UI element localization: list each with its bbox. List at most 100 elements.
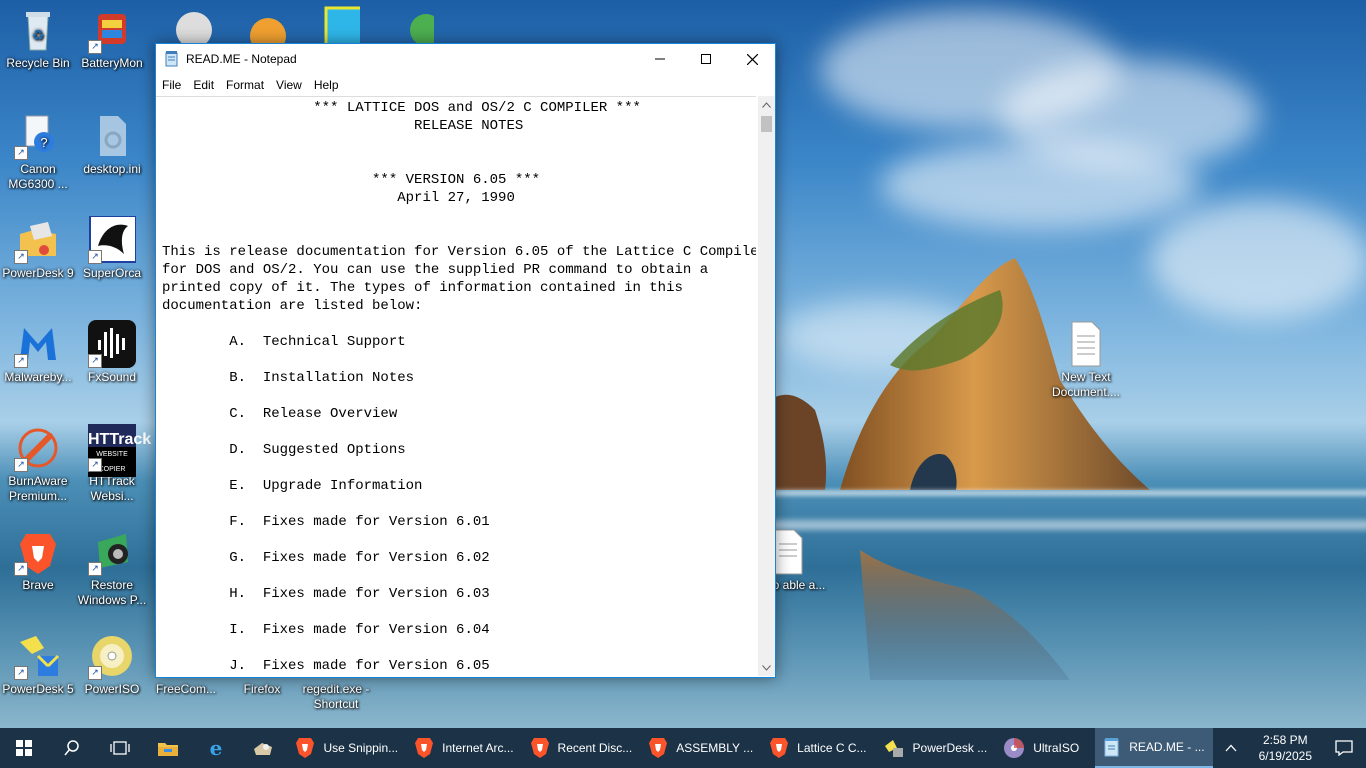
action-center-button[interactable] [1322,728,1366,768]
taskbar-app-ultraiso[interactable]: UltraISO [995,728,1087,768]
settings-file-icon [88,112,136,160]
httrack-icon: HTTrack WEBSITE COPIER ↗ [88,424,151,477]
menu-bar: File Edit Format View Help [156,74,775,96]
taskbar-internet-explorer[interactable]: e [192,728,240,768]
menu-format[interactable]: Format [220,78,270,92]
taskbar-app-powerdesk[interactable]: PowerDesk ... [875,728,996,768]
taskbar-app-internet-archive[interactable]: Internet Arc... [406,728,521,768]
sea-arch-rock [770,258,1150,680]
desktop-icon-desktop-ini[interactable]: desktop.ini [74,112,150,177]
restore-icon: ↗ [88,528,136,576]
taskbar-pinned-app[interactable] [240,728,288,768]
shortcut-arrow-icon: ↗ [14,458,28,472]
ultraiso-icon [1004,738,1025,758]
minimize-icon [655,58,665,60]
desktop-icon-restore-windows[interactable]: ↗ Restore Windows P... [74,528,150,608]
desktop-icon-label: regedit.exe - Shortcut [302,682,370,711]
fxsound-icon: ↗ [88,320,136,368]
desktop-icon-label: Malwareby... [4,370,72,384]
vertical-scrollbar[interactable] [758,96,775,676]
show-hidden-icons-button[interactable] [1213,728,1249,768]
search-icon [64,740,79,756]
desktop-icon-new-text-document[interactable]: New Text Document.... [1048,320,1124,400]
start-button[interactable] [0,728,48,768]
close-button[interactable] [729,44,775,74]
scroll-thumb[interactable] [761,116,772,132]
desktop-icon-poweriso[interactable]: ↗ PowerISO [74,632,150,697]
brave-icon [649,738,668,758]
task-view-button[interactable] [96,728,144,768]
window-title: READ.ME - Notepad [186,52,297,66]
desktop-icon-httrack[interactable]: HTTrack WEBSITE COPIER ↗ HTTrack Websi..… [74,424,151,504]
desktop-icon-recycle-bin[interactable]: ♻ Recycle Bin [0,6,76,71]
menu-view[interactable]: View [270,78,308,92]
shortcut-arrow-icon: ↗ [88,562,102,576]
desktop-icon-powerdesk-9[interactable]: ↗ PowerDesk 9 [0,216,76,281]
shortcut-arrow-icon: ↗ [14,250,28,264]
chevron-up-icon [1225,744,1237,752]
chevron-up-icon [762,101,771,108]
taskbar-app-label: Internet Arc... [442,741,514,755]
taskbar-app-label: READ.ME - ... [1129,740,1205,754]
desktop-icon-brave[interactable]: ↗ Brave [0,528,76,593]
desktop-icon-label: PowerISO [84,682,140,696]
desktop-icon-fxsound[interactable]: ↗ FxSound [74,320,150,385]
taskbar-app-lattice-c[interactable]: Lattice C C... [761,728,874,768]
desktop-icon-label: SuperOrca [82,266,142,280]
desktop-icon-malwarebytes[interactable]: ↗ Malwareby... [0,320,76,385]
desktop-icon-label: PowerDesk 5 [2,682,74,696]
taskbar-app-readme-notepad[interactable]: READ.ME - ... [1095,728,1213,768]
desktop-icon-batterymon[interactable]: ↗ BatteryMon [74,6,150,71]
orca-icon: ↗ [88,215,137,264]
desktop-icon-label: BurnAware Premium... [8,474,68,503]
app-icon [254,743,273,755]
desktop-icon-label: FxSound [87,370,137,384]
notepad-window[interactable]: READ.ME - Notepad File Edit Format View … [155,43,776,678]
scroll-down-button[interactable] [758,659,775,676]
taskbar-app-assembly[interactable]: ASSEMBLY ... [640,728,761,768]
title-bar[interactable]: READ.ME - Notepad [156,44,775,74]
menu-edit[interactable]: Edit [187,78,220,92]
taskbar-app-label: Lattice C C... [797,741,867,755]
notepad-icon [1104,738,1119,757]
brave-icon [770,738,789,758]
minimize-button[interactable] [637,44,683,74]
document-text[interactable]: *** LATTICE DOS and OS/2 C COMPILER *** … [156,97,756,675]
svg-text:♻: ♻ [32,27,45,43]
desktop-icon-label: HTTrack Websi... [89,474,135,503]
desktop-icon-burnaware[interactable]: ↗ BurnAware Premium... [0,424,76,504]
brave-icon [415,738,434,758]
clock[interactable]: 2:58 PM 6/19/2025 [1249,732,1322,764]
chevron-down-icon [762,664,771,671]
shortcut-arrow-icon: ↗ [14,666,28,680]
batterymon-icon: ↗ [88,6,136,54]
notification-icon [1335,740,1353,756]
menu-help[interactable]: Help [308,78,345,92]
desktop-icon-canon[interactable]: ? ↗ Canon MG6300 ... [0,112,76,192]
desktop-icon-label: New Text Document.... [1051,370,1121,399]
close-icon [746,53,758,65]
desktop-icon-label: Firefox [243,682,281,696]
brave-icon [530,738,549,758]
scroll-up-button[interactable] [758,96,775,113]
desktop-icon-powerdesk-5[interactable]: ↗ PowerDesk 5 [0,632,76,697]
maximize-button[interactable] [683,44,729,74]
taskbar-app-label: Recent Disc... [557,741,633,755]
powerdesk-icon [884,740,903,757]
search-button[interactable] [48,728,96,768]
menu-file[interactable]: File [156,78,187,92]
folder-icon [157,743,178,756]
taskbar-app-label: UltraISO [1033,741,1080,755]
taskbar-app-recent-disc[interactable]: Recent Disc... [522,728,641,768]
brave-icon [296,738,315,758]
printer-icon: ? ↗ [14,112,62,160]
shortcut-arrow-icon: ↗ [14,146,28,160]
taskbar-app-use-snipping[interactable]: Use Snippin... [287,728,406,768]
svg-text:?: ? [40,135,47,150]
burnaware-icon: ↗ [14,424,62,472]
text-editor-area[interactable]: *** LATTICE DOS and OS/2 C COMPILER *** … [156,96,756,677]
desktop-icon-superorca[interactable]: ↗ SuperOrca [74,215,150,281]
windows-logo-icon [15,740,32,756]
taskbar-file-explorer[interactable] [144,728,192,768]
desktop-icon-label: Brave [22,578,54,592]
